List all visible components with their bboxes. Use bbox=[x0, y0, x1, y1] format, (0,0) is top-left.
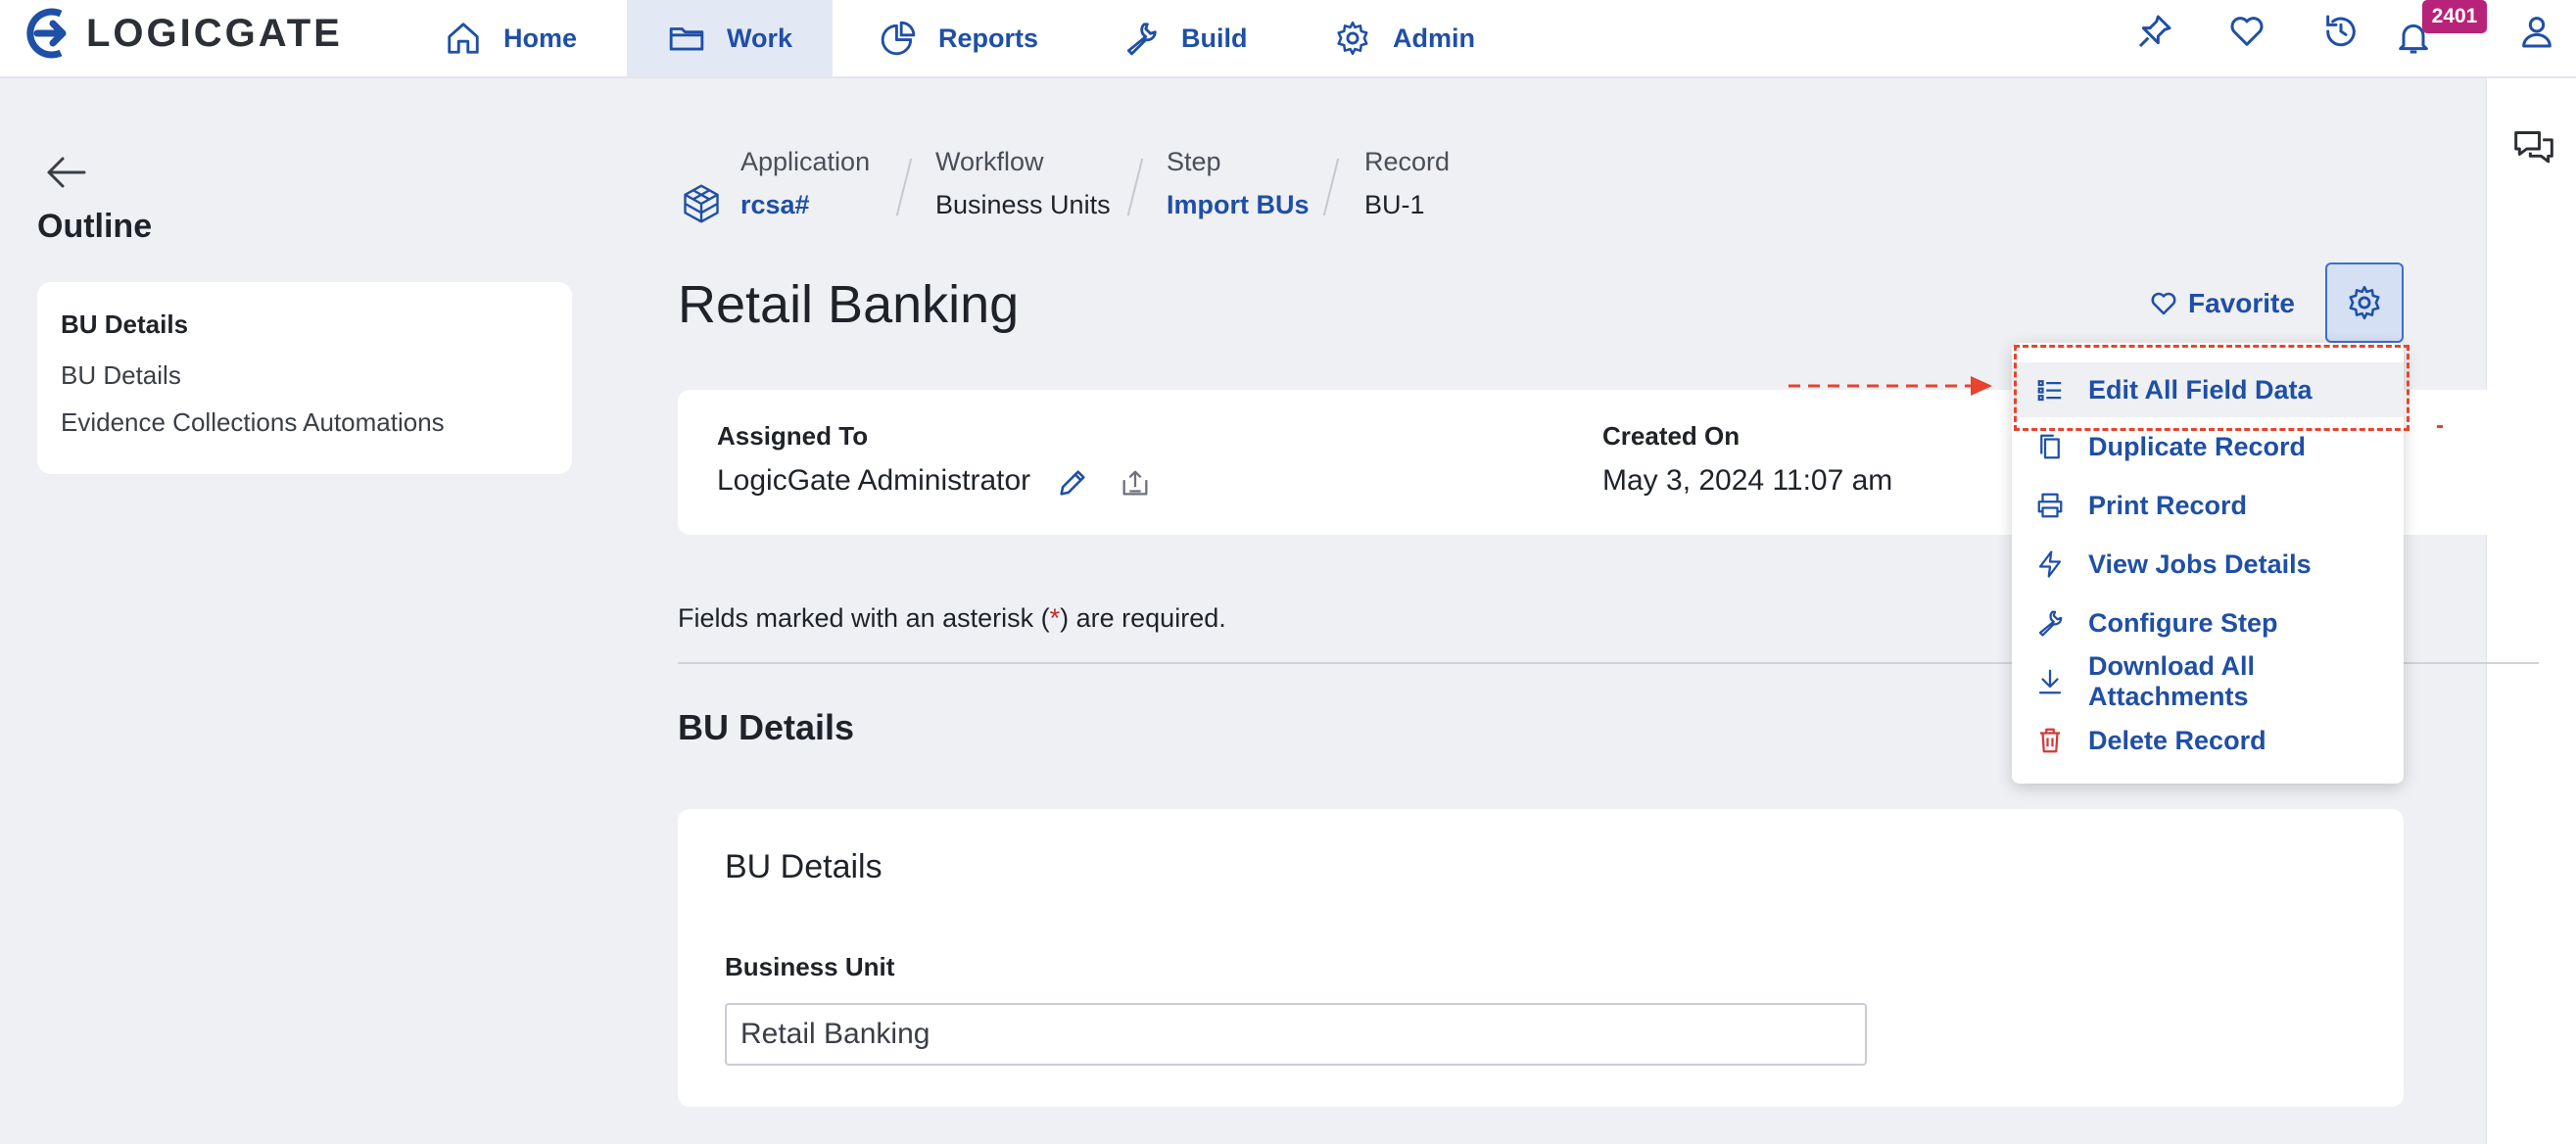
history-button[interactable] bbox=[2321, 12, 2361, 51]
record-title: Retail Banking bbox=[678, 275, 1020, 334]
logo-text: LOGICGATE bbox=[86, 11, 343, 55]
breadcrumb-label: Record bbox=[1364, 147, 1451, 176]
breadcrumb-record: Record BU-1 bbox=[1364, 145, 1450, 221]
nav-admin-label: Admin bbox=[1393, 23, 1475, 53]
assigned-to-label: Assigned To bbox=[717, 421, 869, 451]
lightning-icon bbox=[2038, 550, 2062, 578]
menu-item-label: Configure Step bbox=[2088, 607, 2278, 638]
wrench-icon bbox=[1126, 23, 1157, 56]
menu-item-label: View Jobs Details bbox=[2088, 548, 2312, 579]
nav-work[interactable]: Work bbox=[627, 0, 833, 76]
notification-count-badge: 2401 bbox=[2422, 0, 2487, 33]
copy-icon bbox=[2040, 434, 2060, 459]
nav-admin[interactable]: Admin bbox=[1334, 0, 1475, 76]
pie-chart-icon bbox=[881, 21, 916, 56]
breadcrumb-record-value: BU-1 bbox=[1364, 190, 1425, 219]
nav-work-label: Work bbox=[727, 23, 793, 53]
business-unit-input[interactable] bbox=[725, 1003, 1867, 1066]
gear-icon bbox=[1337, 21, 1368, 56]
wrench-icon bbox=[2038, 610, 2063, 637]
annotation-highlight-box bbox=[2014, 345, 2409, 431]
menu-item-configure-step[interactable]: Configure Step bbox=[2012, 596, 2404, 650]
user-icon bbox=[2522, 17, 2552, 48]
printer-icon bbox=[2037, 493, 2063, 518]
menu-item-label: Duplicate Record bbox=[2088, 431, 2307, 461]
nav-build[interactable]: Build bbox=[1122, 0, 1248, 76]
required-fields-note: Fields marked with an asterisk (*) are r… bbox=[678, 603, 1226, 634]
breadcrumb-workflow: Workflow Business Units bbox=[935, 145, 1111, 221]
menu-item-label: Print Record bbox=[2088, 490, 2248, 520]
outline-link-bu-details[interactable]: BU Details bbox=[61, 360, 181, 391]
breadcrumb-application: Application rcsa# bbox=[740, 145, 870, 221]
breadcrumb-label: Workflow bbox=[935, 147, 1044, 176]
nav-home-label: Home bbox=[503, 23, 578, 53]
breadcrumb-application-link[interactable]: rcsa# bbox=[740, 188, 870, 221]
menu-item-delete-record[interactable]: Delete Record bbox=[2012, 713, 2404, 768]
comments-icon[interactable] bbox=[2512, 127, 2555, 170]
outline-link-evidence-collections[interactable]: Evidence Collections Automations bbox=[61, 407, 445, 438]
reassign-icon[interactable] bbox=[1119, 466, 1152, 500]
back-arrow-icon[interactable] bbox=[45, 155, 86, 190]
breadcrumb-step-link[interactable]: Import BUs bbox=[1167, 188, 1310, 221]
right-side-panel bbox=[2486, 78, 2576, 1144]
heart-icon bbox=[2151, 292, 2176, 315]
annotation-arrow-icon bbox=[1789, 376, 1992, 396]
breadcrumb-separator bbox=[1322, 159, 1340, 215]
menu-item-view-jobs-details[interactable]: View Jobs Details bbox=[2012, 537, 2404, 592]
logicgate-logo-icon bbox=[26, 8, 67, 59]
breadcrumb-label: Application bbox=[740, 147, 871, 176]
outline-title: Outline bbox=[37, 208, 153, 245]
outline-panel: BU Details BU Details Evidence Collectio… bbox=[37, 282, 572, 474]
pin-button[interactable] bbox=[2135, 12, 2174, 51]
menu-item-print-record[interactable]: Print Record bbox=[2012, 478, 2404, 533]
created-on-label: Created On bbox=[1602, 421, 1741, 451]
menu-item-label: Download All Attachments bbox=[2088, 651, 2255, 711]
trash-icon bbox=[2040, 728, 2060, 753]
breadcrumb-workflow-value: Business Units bbox=[935, 190, 1111, 219]
nav-build-label: Build bbox=[1181, 23, 1248, 53]
logicgate-logo[interactable]: LOGICGATE bbox=[24, 6, 343, 61]
record-settings-button[interactable] bbox=[2325, 262, 2404, 343]
edit-pencil-icon[interactable] bbox=[1056, 466, 1089, 500]
section-title: BU Details bbox=[678, 707, 855, 747]
heart-icon bbox=[2230, 17, 2264, 46]
pin-icon bbox=[2138, 15, 2171, 48]
breadcrumb-label: Step bbox=[1167, 147, 1221, 176]
card-title: BU Details bbox=[725, 848, 883, 885]
download-icon bbox=[2038, 669, 2062, 694]
home-icon bbox=[448, 23, 479, 54]
nav-reports[interactable]: Reports bbox=[880, 0, 1038, 76]
gear-icon bbox=[2349, 285, 2380, 320]
history-icon bbox=[2326, 15, 2356, 47]
breadcrumb-separator bbox=[1126, 159, 1144, 215]
nav-home[interactable]: Home bbox=[445, 0, 577, 76]
required-note-text-end: ) are required. bbox=[1060, 603, 1226, 633]
breadcrumb-step: Step Import BUs bbox=[1167, 145, 1310, 221]
favorites-button[interactable] bbox=[2227, 12, 2266, 51]
required-asterisk: * bbox=[1049, 603, 1061, 633]
required-note-text: Fields marked with an asterisk ( bbox=[678, 603, 1050, 633]
breadcrumb-separator bbox=[895, 159, 913, 215]
business-unit-label: Business Unit bbox=[725, 952, 895, 981]
folder-icon bbox=[669, 27, 704, 51]
nav-reports-label: Reports bbox=[938, 23, 1039, 53]
assigned-to-value: LogicGate Administrator bbox=[717, 464, 1031, 497]
user-menu-button[interactable] bbox=[2517, 12, 2556, 51]
favorite-label: Favorite bbox=[2188, 288, 2295, 318]
menu-item-download-all-attachments[interactable]: Download All Attachments bbox=[2012, 651, 2404, 711]
annotation-dash bbox=[2437, 425, 2443, 428]
application-cube-icon bbox=[684, 184, 719, 223]
outline-section-heading: BU Details bbox=[61, 310, 189, 339]
top-navigation-bar: LOGICGATE Home Work Reports Build Admin … bbox=[0, 0, 2576, 78]
bu-details-card: BU Details Business Unit bbox=[678, 809, 2404, 1107]
created-on-value: May 3, 2024 11:07 am bbox=[1602, 464, 1893, 497]
menu-item-label: Delete Record bbox=[2088, 725, 2266, 755]
favorite-button[interactable]: Favorite bbox=[2149, 284, 2295, 323]
